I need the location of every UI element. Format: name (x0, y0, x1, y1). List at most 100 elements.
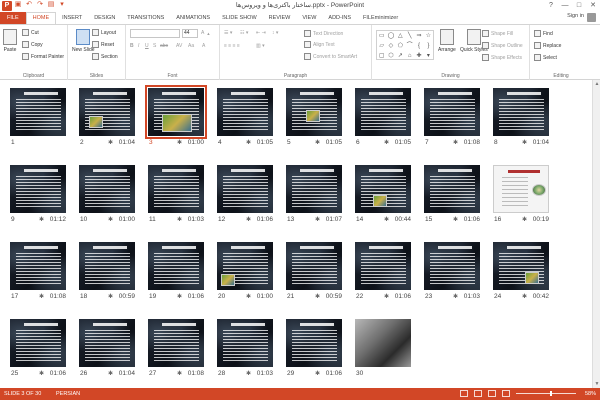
sign-in-link[interactable]: Sign in (567, 13, 584, 19)
transition-star-icon[interactable]: ✱ (39, 293, 44, 300)
maximize-button[interactable]: □ (572, 0, 586, 11)
font-size-field[interactable]: 44 (182, 29, 198, 38)
slide-preview[interactable] (145, 85, 207, 139)
transition-star-icon[interactable]: ✱ (384, 216, 389, 223)
shape-icon[interactable]: ⌂ (405, 51, 414, 61)
slide-preview[interactable] (10, 319, 66, 367)
transition-star-icon[interactable]: ✱ (177, 370, 182, 377)
change-case-button[interactable]: Aa (188, 43, 194, 49)
slide-preview[interactable] (286, 319, 342, 367)
zoom-slider[interactable] (516, 391, 576, 396)
arrange-button[interactable]: Arrange (438, 29, 456, 53)
shapes-gallery[interactable]: ▭ ◯ △ ╲ ⇒ ☆ ▱ ◇ ⬠ ⌒{} ▢ ⬡ ↗ ⌂ ✚ ▾ (376, 30, 434, 60)
transition-star-icon[interactable]: ✱ (246, 370, 251, 377)
slide-preview[interactable] (217, 88, 273, 136)
slide-preview[interactable] (217, 319, 273, 367)
normal-view-icon[interactable] (460, 390, 468, 397)
language-indicator[interactable]: PERSIAN (56, 391, 80, 397)
strikethrough-button[interactable]: abc (160, 43, 168, 49)
align-buttons[interactable]: ≡ ≡ ≡ ≡ (224, 43, 240, 49)
slide-thumbnail[interactable]: 5 ✱ 01:05 (286, 88, 342, 151)
slide-preview[interactable] (493, 88, 549, 136)
shape-icon[interactable]: } (424, 41, 433, 51)
shadow-button[interactable]: S (153, 43, 156, 49)
transition-star-icon[interactable]: ✱ (453, 216, 458, 223)
shape-outline-button[interactable]: Shape Outline (482, 42, 523, 49)
tab-add-ins[interactable]: ADD-INS (322, 12, 357, 24)
tab-review[interactable]: REVIEW (263, 12, 297, 24)
slide-preview[interactable] (286, 88, 342, 136)
char-spacing-button[interactable]: AV (176, 43, 182, 49)
font-color-button[interactable]: A (202, 43, 205, 49)
slide-thumbnail[interactable]: 9 ✱ 01:12 (10, 165, 66, 228)
slide-preview[interactable] (79, 165, 135, 213)
slide-preview[interactable] (10, 88, 66, 136)
paste-button[interactable]: Paste (3, 29, 17, 53)
shape-icon[interactable]: ╲ (405, 31, 414, 41)
slide-preview[interactable] (148, 165, 204, 213)
slide-preview[interactable] (493, 165, 549, 213)
transition-star-icon[interactable]: ✱ (108, 370, 113, 377)
slide-thumbnail[interactable]: 27 ✱ 01:08 (148, 319, 204, 382)
slide-thumbnail[interactable]: 7 ✱ 01:08 (424, 88, 480, 151)
transition-star-icon[interactable]: ✱ (522, 139, 527, 146)
transition-star-icon[interactable]: ✱ (246, 139, 251, 146)
transition-star-icon[interactable]: ✱ (384, 139, 389, 146)
slide-thumbnail[interactable]: 20 ✱ 01:00 (217, 242, 273, 305)
transition-star-icon[interactable]: ✱ (177, 216, 182, 223)
shape-icon[interactable]: ◯ (386, 31, 395, 41)
transition-star-icon[interactable]: ✱ (315, 293, 320, 300)
slide-thumbnail[interactable]: 15 ✱ 01:06 (424, 165, 480, 228)
slide-thumbnail[interactable]: 8 ✱ 01:04 (493, 88, 549, 151)
slide-preview[interactable] (148, 319, 204, 367)
shape-icon[interactable]: ▢ (377, 51, 386, 61)
slide-thumbnail[interactable]: 25 ✱ 01:06 (10, 319, 66, 382)
shape-icon[interactable]: ⇒ (414, 31, 423, 41)
tab-fileminimizer[interactable]: FILEminimizer (357, 12, 404, 24)
slide-thumbnail[interactable]: 14 ✱ 00:44 (355, 165, 411, 228)
shape-icon[interactable]: ↗ (396, 51, 405, 61)
transition-star-icon[interactable]: ✱ (246, 293, 251, 300)
tab-home[interactable]: HOME (25, 12, 57, 24)
tab-design[interactable]: DESIGN (88, 12, 121, 24)
shape-icon[interactable]: ⬠ (396, 41, 405, 51)
slide-preview[interactable] (286, 242, 342, 290)
shape-icon[interactable]: ⬡ (386, 51, 395, 61)
slide-preview[interactable] (424, 88, 480, 136)
transition-star-icon[interactable]: ✱ (108, 293, 113, 300)
shape-icon[interactable]: ◇ (386, 41, 395, 51)
indent-buttons[interactable]: ⇤ ⇥ (256, 30, 266, 36)
slide-thumbnail[interactable]: 30 (355, 319, 411, 382)
transition-star-icon[interactable]: ✱ (108, 216, 113, 223)
copy-button[interactable]: Copy (22, 41, 43, 48)
minimize-button[interactable]: — (558, 0, 572, 11)
shape-icon[interactable]: ▭ (377, 31, 386, 41)
reading-view-icon[interactable] (488, 390, 496, 397)
slide-thumbnail[interactable]: 4 ✱ 01:05 (217, 88, 273, 151)
transition-star-icon[interactable]: ✱ (177, 293, 182, 300)
numbering-button[interactable]: ☷ ▾ (240, 30, 248, 36)
slide-preview[interactable] (10, 242, 66, 290)
bold-button[interactable]: B (130, 43, 134, 49)
transition-star-icon[interactable]: ✱ (384, 293, 389, 300)
slide-show-view-icon[interactable] (502, 390, 510, 397)
format-painter-button[interactable]: Format Painter (22, 53, 64, 60)
shape-effects-button[interactable]: Shape Effects (482, 54, 522, 61)
slide-thumbnail[interactable]: 10 ✱ 01:00 (79, 165, 135, 228)
slide-preview[interactable] (286, 165, 342, 213)
find-button[interactable]: Find (534, 30, 553, 37)
slide-thumbnail[interactable]: 13 ✱ 01:07 (286, 165, 342, 228)
slide-preview[interactable] (493, 242, 549, 290)
slide-thumbnail[interactable]: 24 ✱ 00:42 (493, 242, 549, 305)
slide-thumbnail[interactable]: 12 ✱ 01:06 (217, 165, 273, 228)
slide-preview[interactable] (424, 165, 480, 213)
slide-preview[interactable] (355, 165, 411, 213)
shape-icon[interactable]: ▾ (424, 51, 433, 61)
columns-button[interactable]: ▥ ▾ (256, 43, 265, 49)
cut-button[interactable]: Cut (22, 29, 39, 36)
scroll-down-icon[interactable]: ▼ (593, 380, 600, 388)
slide-sorter-view-icon[interactable] (474, 390, 482, 397)
slide-preview[interactable] (10, 165, 66, 213)
align-text-button[interactable]: Align Text (304, 41, 335, 48)
shape-icon[interactable]: { (414, 41, 423, 51)
